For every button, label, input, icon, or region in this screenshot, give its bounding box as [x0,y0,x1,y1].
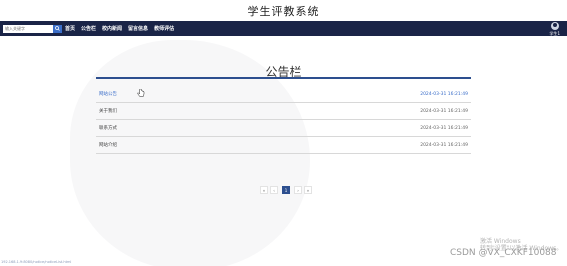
pager-first-button[interactable]: « [260,186,268,194]
nav-links: 首页 公告栏 校内新闻 留言信息 教师评估 [65,25,180,32]
user-name: 学生1 [549,31,560,36]
nav-link-teacher-evaluation[interactable]: 教师评估 [154,25,174,32]
site-title: 学生评教系统 [247,5,320,18]
avatar-icon [550,22,559,30]
notice-time: 2024-03-31 16:21:49 [420,108,468,114]
pager-page-button[interactable]: 1 [282,186,290,194]
notice-time: 2024-03-31 16:21:49 [420,91,468,97]
nav-link-home[interactable]: 首页 [65,25,75,32]
csdn-watermark: CSDN @VX_CXKF10088 [450,248,557,258]
hand-cursor-icon [137,89,145,97]
nav-link-notices[interactable]: 公告栏 [81,25,96,32]
notice-title[interactable]: 网站公告 [99,91,117,97]
notice-title[interactable]: 网站介绍 [99,142,117,148]
list-item[interactable]: 网站介绍 2024-03-31 16:21:49 [96,137,471,154]
pagination: « ‹ 1 › » [260,186,314,194]
pager-prev-button[interactable]: ‹ [270,186,278,194]
list-item[interactable]: 网站公告 2024-03-31 16:21:49 [96,86,471,103]
windows-watermark-line1: 激活 Windows [480,238,521,245]
notice-time: 2024-03-31 16:21:49 [420,142,468,148]
user-menu[interactable]: 学生1 [549,22,560,37]
status-bar-url: 192.168.1.9:8080/notice/noticeList.html [1,260,72,264]
notice-title[interactable]: 联系方式 [99,125,117,131]
list-item[interactable]: 关于我们 2024-03-31 16:21:49 [96,103,471,120]
nav-link-campus-news[interactable]: 校内新闻 [102,25,122,32]
notice-time: 2024-03-31 16:21:49 [420,125,468,131]
title-divider [96,77,471,79]
nav-link-messages[interactable]: 留言信息 [128,25,148,32]
search-button[interactable] [53,24,62,33]
pager-next-button[interactable]: › [294,186,302,194]
list-item[interactable]: 联系方式 2024-03-31 16:21:49 [96,120,471,137]
search-input[interactable] [3,24,53,33]
notice-title[interactable]: 关于我们 [99,108,117,114]
navbar: 首页 公告栏 校内新闻 留言信息 教师评估 学生1 [0,21,567,36]
notice-list: 网站公告 2024-03-31 16:21:49 关于我们 2024-03-31… [96,86,471,154]
search-icon [55,26,60,31]
pager-last-button[interactable]: » [304,186,312,194]
